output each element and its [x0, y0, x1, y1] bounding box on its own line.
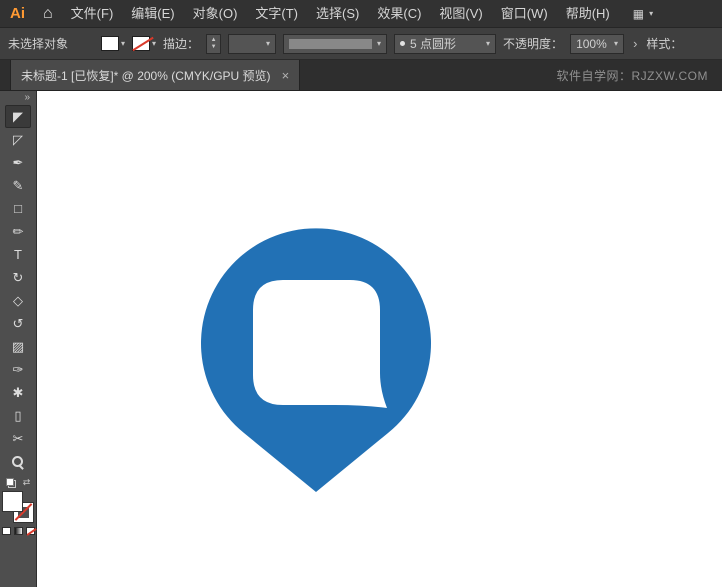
menu-item[interactable]: 选择(S)	[307, 0, 368, 27]
watermark-text: 软件自学网：RJZXW.COM	[556, 68, 708, 83]
artboard-tool[interactable]: ▯	[5, 404, 31, 427]
gradient-tool[interactable]: ▨	[5, 335, 31, 358]
chevron-down-icon: ▾	[121, 38, 126, 48]
rectangle-tool[interactable]: □	[5, 197, 31, 220]
fill-color-control[interactable]: ▾	[101, 36, 125, 51]
brush-name: 5 点圆形	[410, 37, 457, 51]
color-button[interactable]	[1, 527, 11, 535]
chevron-down-icon: ▾	[649, 8, 654, 18]
menu-item[interactable]: 对象(O)	[184, 0, 247, 27]
illustrator-window: Ai ⌂ 文件(F) 编辑(E) 对象(O) 文字(T) 选择(S) 效果(C) 视图(V)…	[0, 0, 722, 587]
panel-expand-icon[interactable]: ›	[631, 36, 639, 51]
tab-close-icon[interactable]: ×	[282, 68, 290, 83]
menu-item[interactable]: 效果(C)	[368, 0, 430, 27]
selection-status: 未选择对象	[8, 37, 69, 51]
menu-bar: Ai ⌂ 文件(F) 编辑(E) 对象(O) 文字(T) 选择(S) 效果(C) 视图(V)…	[0, 0, 722, 28]
menu-item[interactable]: 帮助(H)	[557, 0, 619, 27]
rotate-tool[interactable]: ↻	[5, 266, 31, 289]
stroke-weight-stepper[interactable]: ▲ ▼	[206, 33, 222, 54]
chevron-down-icon: ▾	[614, 38, 619, 48]
chevron-down-icon: ▾	[486, 38, 491, 48]
fill-stroke-control	[3, 492, 33, 522]
stroke-color-control[interactable]: ▾	[132, 36, 156, 51]
artwork-pin-logo[interactable]	[37, 91, 721, 587]
none-button[interactable]	[25, 527, 35, 535]
canvas[interactable]	[37, 91, 722, 587]
width-profile-select[interactable]: ▾	[283, 33, 388, 54]
type-tool[interactable]: T	[5, 243, 31, 266]
opacity-select[interactable]: 100% ▾	[570, 33, 625, 54]
collapse-panel-icon[interactable]: »	[24, 92, 36, 105]
opacity-value: 100%	[576, 36, 607, 51]
default-fill-stroke-icon[interactable]	[5, 477, 16, 488]
chevron-down-icon: ▾	[266, 38, 271, 48]
selection-tool[interactable]: ◤	[5, 105, 31, 128]
brush-dot-icon	[400, 41, 406, 46]
menu-item[interactable]: 视图(V)	[430, 0, 491, 27]
speech-bubble-shape[interactable]	[253, 280, 387, 408]
eraser-tool[interactable]: ◇	[5, 289, 31, 312]
step-down-icon[interactable]: ▼	[211, 44, 217, 51]
stroke-none-swatch[interactable]	[132, 36, 151, 51]
stroke-weight-label: 描边：	[163, 37, 200, 51]
menu-item[interactable]: 文件(F)	[62, 0, 123, 27]
direct-selection-tool[interactable]: ◸	[5, 128, 31, 151]
document-tab[interactable]: 未标题-1 [已恢复]* @ 200% (CMYK/GPU 预览) ×	[10, 60, 301, 90]
eyedropper-tool[interactable]: ✑	[5, 358, 31, 381]
main-menu: 文件(F) 编辑(E) 对象(O) 文字(T) 选择(S) 效果(C) 视图(V) 窗口(W)…	[62, 0, 619, 27]
gradient-button[interactable]	[13, 527, 23, 535]
pencil-tool[interactable]: ✎	[5, 174, 31, 197]
symbol-sprayer-tool[interactable]: ✱	[5, 381, 31, 404]
illustrator-logo: Ai	[10, 5, 25, 22]
workspace-grid-icon: ▦	[632, 6, 645, 21]
document-tab-bar: 未标题-1 [已恢复]* @ 200% (CMYK/GPU 预览) × 软件自学…	[0, 60, 722, 91]
home-icon[interactable]: ⌂	[34, 5, 62, 23]
opacity-label: 不透明度：	[503, 37, 564, 51]
pen-tool[interactable]: ✒	[5, 151, 31, 174]
menu-item[interactable]: 编辑(E)	[122, 0, 183, 27]
brush-select[interactable]: 5 点圆形 ▾	[394, 33, 497, 54]
workspace-switcher[interactable]: ▦ ▾	[633, 7, 653, 21]
rotate-view-tool[interactable]: ↺	[5, 312, 31, 335]
chevron-down-icon: ▾	[377, 38, 382, 48]
step-up-icon[interactable]: ▲	[211, 37, 217, 44]
tool-list: ◤ ◸ ✒ ✎ □ ✏ T ↻ ◇ ↺ ▨ ✑ ✱ ▯ ✂	[5, 105, 31, 473]
slice-tool[interactable]: ✂	[5, 427, 31, 450]
menu-item[interactable]: 文字(T)	[246, 0, 307, 27]
zoom-tool[interactable]	[5, 450, 31, 473]
control-bar: 未选择对象 ▾ ▾ 描边： ▲ ▼ ▾ ▾ 5 点圆形 ▾ 不透明度： 100%	[0, 28, 722, 60]
document-tab-title: 未标题-1 [已恢复]* @ 200% (CMYK/GPU 预览)	[21, 68, 271, 83]
menu-item[interactable]: 窗口(W)	[492, 0, 557, 27]
style-label: 样式：	[646, 37, 683, 51]
fill-swatch[interactable]	[101, 36, 119, 51]
tools-panel: » ◤ ◸ ✒ ✎ □ ✏ T ↻ ◇ ↺ ▨ ✑ ✱ ▯ ✂ ⇄	[0, 91, 37, 587]
stroke-weight-select[interactable]: ▾	[228, 33, 277, 54]
zoom-tool-icon	[12, 455, 24, 468]
fill-indicator-white[interactable]	[3, 492, 22, 511]
chevron-down-icon: ▾	[152, 38, 157, 48]
width-profile-preview	[289, 38, 373, 49]
paintbrush-tool[interactable]: ✏	[5, 220, 31, 243]
swap-fill-stroke-icon[interactable]: ⇄	[23, 477, 31, 488]
